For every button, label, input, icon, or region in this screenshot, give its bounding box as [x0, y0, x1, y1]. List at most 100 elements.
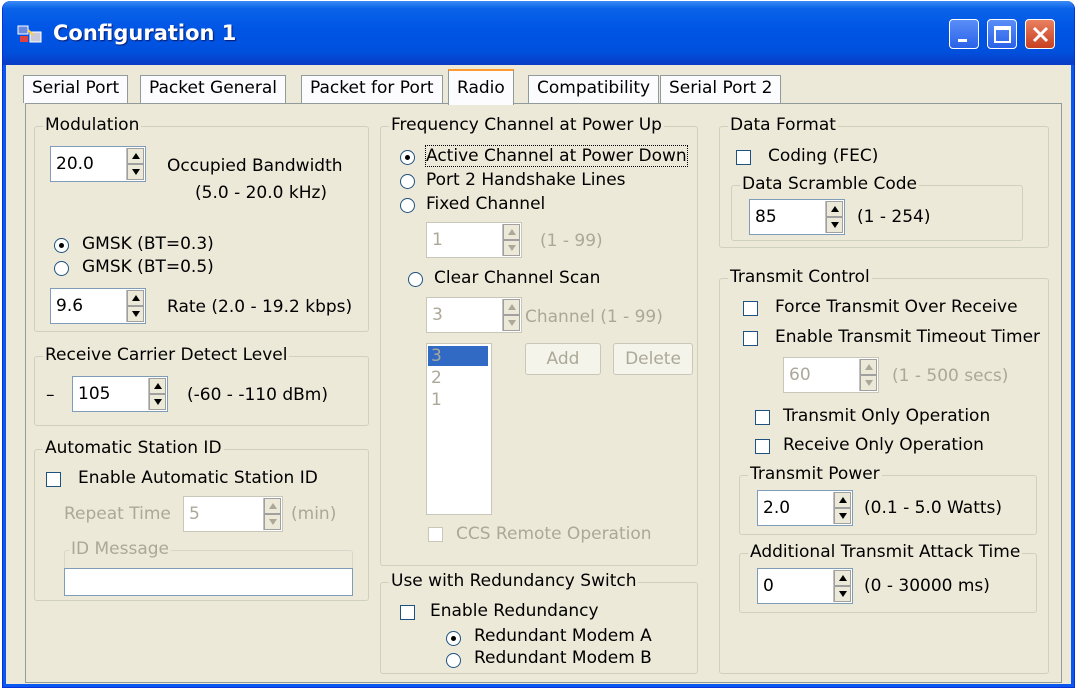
- scramble-code-spinner[interactable]: 85: [749, 199, 845, 235]
- add-button[interactable]: Add: [525, 343, 601, 375]
- spinner-arrows[interactable]: [833, 570, 851, 602]
- list-item[interactable]: 2: [431, 368, 442, 388]
- spin-down-icon[interactable]: [826, 217, 843, 233]
- fixed-channel-radio[interactable]: [400, 198, 415, 213]
- spinner-arrows[interactable]: [833, 492, 851, 524]
- tab-radio[interactable]: Radio: [448, 69, 514, 105]
- receive-only-checkbox[interactable]: [755, 439, 770, 454]
- maximize-button[interactable]: [987, 19, 1017, 49]
- timeout-timer-checkbox[interactable]: [743, 331, 758, 346]
- repeat-time-unit: (min): [291, 504, 337, 524]
- spinner-arrows[interactable]: [148, 378, 166, 410]
- attack-time-group: Additional Transmit Attack Time 0 (0 - 3…: [739, 542, 1037, 613]
- modem-a-label: Redundant Modem A: [474, 626, 652, 646]
- maximize-icon: [994, 26, 1011, 43]
- delete-button[interactable]: Delete: [613, 343, 693, 375]
- close-button[interactable]: [1025, 19, 1055, 49]
- ccs-remote-checkbox[interactable]: [428, 527, 443, 542]
- spin-down-icon[interactable]: [503, 315, 520, 331]
- group-title: Transmit Control: [728, 267, 872, 287]
- spin-down-icon[interactable]: [834, 508, 851, 524]
- group-title: Modulation: [43, 115, 142, 135]
- gmsk-05-radio[interactable]: [54, 261, 69, 276]
- transmit-power-spinner[interactable]: 2.0: [757, 490, 853, 526]
- spinner-arrows[interactable]: [859, 359, 877, 391]
- title-bar[interactable]: Configuration 1: [3, 1, 1074, 65]
- spinner-arrows[interactable]: [263, 498, 281, 530]
- enable-station-id-checkbox[interactable]: [46, 472, 61, 487]
- transmit-only-label: Transmit Only Operation: [783, 406, 991, 426]
- spin-down-icon[interactable]: [264, 514, 281, 530]
- tab-label: Packet General: [149, 78, 278, 98]
- handshake-radio[interactable]: [400, 174, 415, 189]
- spin-up-icon[interactable]: [503, 299, 520, 315]
- carrier-detect-group: Receive Carrier Detect Level – 105 (-60 …: [34, 345, 369, 426]
- redundancy-group: Use with Redundancy Switch Enable Redund…: [380, 571, 698, 674]
- force-transmit-checkbox[interactable]: [743, 301, 758, 316]
- spinner-arrows[interactable]: [126, 148, 144, 180]
- spin-down-icon[interactable]: [127, 164, 144, 180]
- spin-down-icon[interactable]: [149, 394, 166, 410]
- group-title: Frequency Channel at Power Up: [389, 115, 664, 135]
- spin-up-icon[interactable]: [834, 492, 851, 508]
- spinner-value: 0: [763, 576, 774, 596]
- spin-up-icon[interactable]: [149, 378, 166, 394]
- spinner-arrows[interactable]: [502, 224, 520, 256]
- spin-down-icon[interactable]: [127, 306, 144, 322]
- list-item[interactable]: 1: [431, 390, 442, 410]
- minimize-button[interactable]: [949, 19, 979, 49]
- list-item[interactable]: 3: [428, 346, 488, 366]
- enable-redundancy-label: Enable Redundancy: [430, 601, 599, 621]
- tab-packet-general[interactable]: Packet General: [140, 75, 287, 103]
- spinner-arrows[interactable]: [502, 299, 520, 331]
- spin-up-icon[interactable]: [826, 201, 843, 217]
- rate-label: Rate (2.0 - 19.2 kbps): [167, 297, 353, 317]
- app-icon: [17, 25, 42, 43]
- spin-down-icon[interactable]: [860, 375, 877, 391]
- id-message-input[interactable]: [64, 568, 353, 596]
- clear-scan-radio[interactable]: [408, 272, 423, 287]
- gmsk-03-radio[interactable]: [54, 238, 69, 253]
- spinner-arrows[interactable]: [825, 201, 843, 233]
- active-channel-radio[interactable]: [400, 150, 415, 165]
- transmit-only-checkbox[interactable]: [755, 410, 770, 425]
- tab-serial-port[interactable]: Serial Port: [23, 75, 129, 103]
- carrier-level-spinner[interactable]: 105: [72, 376, 168, 412]
- spin-down-icon[interactable]: [834, 586, 851, 602]
- bandwidth-range: (5.0 - 20.0 kHz): [195, 183, 328, 203]
- coding-fec-checkbox[interactable]: [736, 150, 751, 165]
- spinner-value: 9.6: [56, 296, 84, 316]
- transmit-power-range: (0.1 - 5.0 Watts): [864, 498, 1003, 518]
- timeout-spinner[interactable]: 60: [783, 357, 879, 393]
- tab-compatibility[interactable]: Compatibility: [528, 75, 660, 103]
- spinner-arrows[interactable]: [126, 290, 144, 322]
- station-id-group: Automatic Station ID Enable Automatic St…: [34, 438, 369, 601]
- receive-only-label: Receive Only Operation: [783, 435, 984, 455]
- modem-b-radio[interactable]: [446, 653, 461, 668]
- active-channel-label: Active Channel at Power Down: [425, 145, 688, 167]
- transmit-power-group: Transmit Power 2.0 (0.1 - 5.0 Watts): [739, 464, 1037, 535]
- channel-list[interactable]: 3 2 1: [426, 343, 492, 515]
- enable-redundancy-checkbox[interactable]: [400, 605, 415, 620]
- repeat-time-spinner[interactable]: 5: [183, 496, 283, 532]
- scramble-code-range: (1 - 254): [857, 207, 931, 227]
- rate-spinner[interactable]: 9.6: [50, 288, 146, 324]
- spin-up-icon[interactable]: [834, 570, 851, 586]
- repeat-time-label: Repeat Time: [64, 504, 171, 524]
- bandwidth-spinner[interactable]: 20.0: [50, 146, 146, 182]
- spin-up-icon[interactable]: [503, 224, 520, 240]
- spin-up-icon[interactable]: [264, 498, 281, 514]
- tab-label: Radio: [457, 78, 505, 98]
- spin-down-icon[interactable]: [503, 240, 520, 256]
- spin-up-icon[interactable]: [127, 290, 144, 306]
- scan-channel-spinner[interactable]: 3: [426, 297, 522, 333]
- scramble-code-group: Data Scramble Code 85 (1 - 254): [731, 174, 1023, 241]
- tab-serial-port-2[interactable]: Serial Port 2: [660, 75, 782, 103]
- attack-time-spinner[interactable]: 0: [757, 568, 853, 604]
- tab-packet-for-port[interactable]: Packet for Port: [301, 75, 443, 103]
- fixed-channel-spinner[interactable]: 1: [426, 222, 522, 258]
- spin-up-icon[interactable]: [860, 359, 877, 375]
- modem-a-radio[interactable]: [446, 631, 461, 646]
- spin-up-icon[interactable]: [127, 148, 144, 164]
- tab-label: Packet for Port: [310, 78, 434, 98]
